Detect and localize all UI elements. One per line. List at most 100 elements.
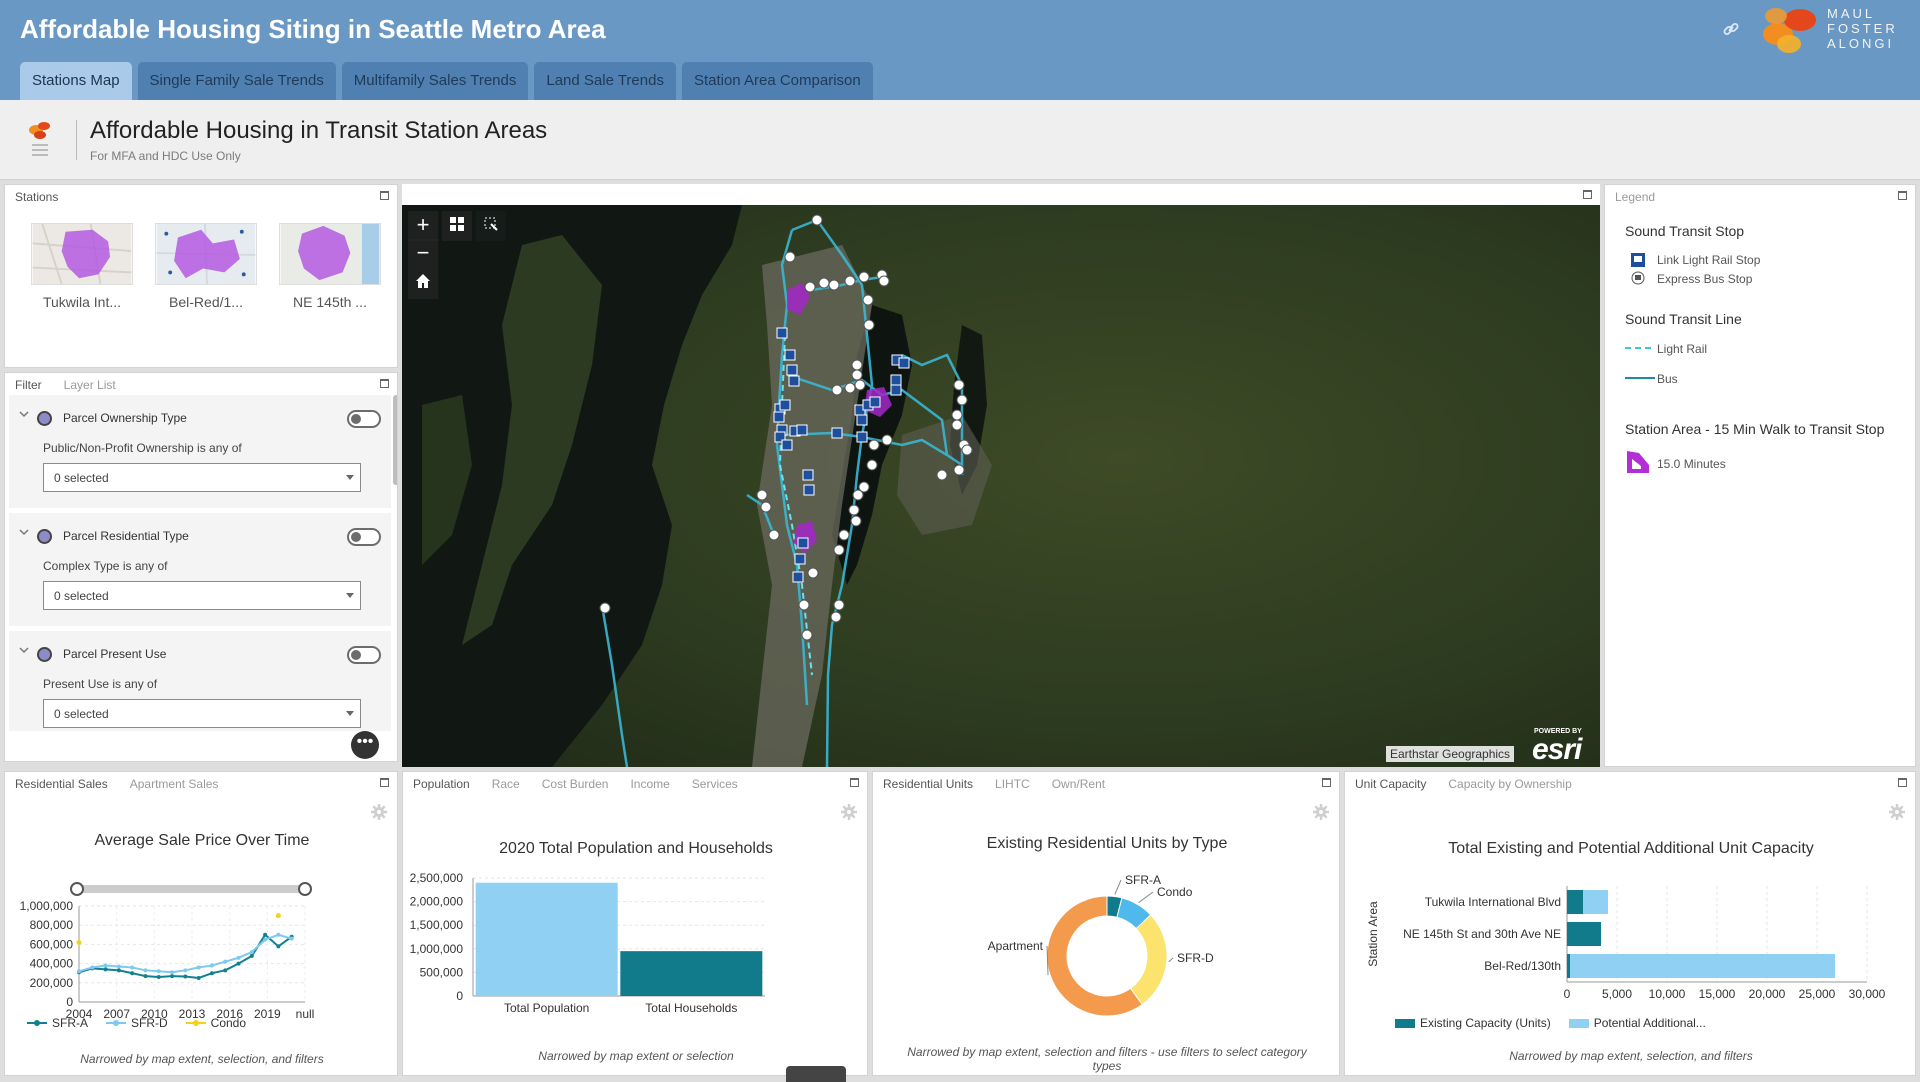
filter-toggle[interactable] bbox=[347, 528, 381, 546]
chart-footnote: Narrowed by map extent, selection and fi… bbox=[907, 1045, 1307, 1073]
filter-select[interactable]: 0 selected bbox=[43, 699, 361, 728]
tab-cost-burden[interactable]: Cost Burden bbox=[542, 777, 609, 791]
filter-scrollbar[interactable] bbox=[393, 395, 397, 485]
sales-legend: SFR-A SFR-D Condo bbox=[27, 1016, 246, 1030]
esri-logo: esri bbox=[1532, 733, 1582, 766]
filter-select[interactable]: 0 selected bbox=[43, 463, 361, 492]
tab-station-area-comparison[interactable]: Station Area Comparison bbox=[681, 62, 873, 100]
chevron-down-icon[interactable] bbox=[19, 409, 29, 419]
tab-stations-map[interactable]: Stations Map bbox=[20, 62, 132, 100]
tab-population[interactable]: Population bbox=[413, 777, 470, 791]
zoom-out-button[interactable]: − bbox=[408, 239, 438, 269]
tab-own-rent[interactable]: Own/Rent bbox=[1052, 777, 1105, 791]
tab-single-family-sale-trends[interactable]: Single Family Sale Trends bbox=[137, 62, 336, 100]
range-slider-handle bbox=[70, 882, 84, 896]
station-card-bel-red[interactable]: Bel-Red/1... bbox=[155, 223, 257, 310]
x-tick-label: 2019 bbox=[254, 1007, 281, 1021]
legend-sfr-d[interactable]: SFR-D bbox=[106, 1016, 168, 1030]
legend-area-heading: Station Area - 15 Min Walk to Transit St… bbox=[1625, 421, 1885, 437]
tab-unit-capacity[interactable]: Unit Capacity bbox=[1355, 777, 1426, 791]
capacity-bar-chart[interactable]: 0 5,000 10,000 15,000 20,000 25,000 30,000 Stat… bbox=[1345, 872, 1916, 1032]
bus-stop-icon bbox=[850, 515, 862, 527]
bus-stop-icon bbox=[951, 419, 963, 431]
layer-color-icon bbox=[37, 647, 52, 662]
maximize-icon[interactable] bbox=[1583, 190, 1592, 199]
more-options-button[interactable]: ••• bbox=[351, 731, 379, 759]
filter-select[interactable]: 0 selected bbox=[43, 581, 361, 610]
legend-label: Existing Capacity (Units) bbox=[1420, 1016, 1551, 1030]
rail-stop-icon bbox=[776, 327, 788, 339]
tab-multifamily-sales-trends[interactable]: Multifamily Sales Trends bbox=[341, 62, 529, 100]
population-chart-panel: Population Race Cost Burden Income Servi… bbox=[402, 771, 868, 1076]
data-point bbox=[263, 937, 268, 942]
x-tick-label: 25,000 bbox=[1799, 987, 1836, 1001]
tab-layer-list[interactable]: Layer List bbox=[64, 378, 116, 392]
legend-condo[interactable]: Condo bbox=[185, 1016, 247, 1030]
map-view[interactable]: + − Earthstar Geographics POWERED BY esr… bbox=[402, 205, 1600, 767]
chevron-down-icon[interactable] bbox=[19, 645, 29, 655]
satellite-map[interactable] bbox=[402, 205, 1600, 767]
filter-select-value: 0 selected bbox=[54, 589, 109, 603]
bar bbox=[475, 882, 618, 996]
tab-services[interactable]: Services bbox=[692, 777, 738, 791]
data-point bbox=[116, 964, 121, 969]
data-point bbox=[276, 944, 281, 949]
station-thumbnail bbox=[155, 223, 257, 285]
maximize-icon[interactable] bbox=[380, 778, 389, 787]
gear-icon[interactable] bbox=[1889, 804, 1905, 820]
bus-stop-icon bbox=[807, 567, 819, 579]
zoom-in-button[interactable]: + bbox=[408, 211, 438, 241]
brand-wordmark: MAUL FOSTER ALONGI bbox=[1827, 6, 1917, 51]
maximize-icon[interactable] bbox=[1322, 778, 1331, 787]
range-slider-handle bbox=[298, 882, 312, 896]
station-card-tukwila[interactable]: Tukwila Int... bbox=[31, 223, 133, 310]
tab-filter[interactable]: Filter bbox=[15, 378, 42, 392]
select-tool-button[interactable] bbox=[476, 211, 506, 241]
filter-toggle[interactable] bbox=[347, 646, 381, 664]
station-thumbnail bbox=[279, 223, 381, 285]
bus-stop-icon bbox=[831, 384, 843, 396]
basemap-gallery-button[interactable] bbox=[442, 211, 472, 241]
maximize-icon[interactable] bbox=[850, 778, 859, 787]
bus-stop-icon bbox=[760, 501, 772, 513]
rail-stop-icon bbox=[786, 364, 798, 376]
maximize-icon[interactable] bbox=[1898, 191, 1907, 200]
data-point bbox=[196, 976, 201, 980]
legend-label: Condo bbox=[210, 1016, 247, 1030]
station-card-ne-145th[interactable]: NE 145th ... bbox=[279, 223, 381, 310]
link-icon[interactable] bbox=[1722, 20, 1740, 38]
bus-stop-icon bbox=[936, 469, 948, 481]
tab-lihtc[interactable]: LIHTC bbox=[995, 777, 1030, 791]
bus-stop-icon bbox=[844, 275, 856, 287]
brand-word-2: FOSTER bbox=[1827, 21, 1898, 36]
brand-word-1: MAUL bbox=[1827, 6, 1876, 21]
filter-toggle[interactable] bbox=[347, 410, 381, 428]
maximize-icon[interactable] bbox=[380, 191, 389, 200]
home-button[interactable] bbox=[408, 269, 438, 299]
tab-race[interactable]: Race bbox=[492, 777, 520, 791]
data-point bbox=[209, 971, 214, 976]
tab-apartment-sales[interactable]: Apartment Sales bbox=[130, 777, 219, 791]
legend-sfr-a[interactable]: SFR-A bbox=[27, 1016, 88, 1030]
tab-land-sale-trends[interactable]: Land Sale Trends bbox=[534, 62, 676, 100]
tab-residential-sales[interactable]: Residential Sales bbox=[15, 777, 108, 791]
legend-existing-capacity[interactable]: Existing Capacity (Units) bbox=[1395, 1016, 1551, 1030]
legend-label: SFR-D bbox=[131, 1016, 168, 1030]
chevron-down-icon[interactable] bbox=[19, 527, 29, 537]
maximize-icon[interactable] bbox=[380, 379, 389, 388]
tab-residential-units[interactable]: Residential Units bbox=[883, 777, 973, 791]
tab-capacity-by-ownership[interactable]: Capacity by Ownership bbox=[1448, 777, 1571, 791]
gear-icon[interactable] bbox=[841, 804, 857, 820]
bus-stop-icon bbox=[858, 271, 870, 283]
legend-potential-additional[interactable]: Potential Additional... bbox=[1568, 1016, 1706, 1030]
gear-icon[interactable] bbox=[1313, 804, 1329, 820]
y-tick-label: 2,000,000 bbox=[410, 895, 464, 909]
station-name: Bel-Red/1... bbox=[169, 294, 243, 310]
population-bar-chart[interactable]: 2,500,000 2,000,000 1,500,000 1,000,000 500,… bbox=[403, 872, 868, 1042]
units-donut-chart[interactable]: SFR-ACondo SFR-D Apartment bbox=[873, 870, 1340, 1040]
gear-icon[interactable] bbox=[371, 804, 387, 820]
tab-income[interactable]: Income bbox=[630, 777, 669, 791]
maximize-icon[interactable] bbox=[1898, 778, 1907, 787]
y-tick-label: 0 bbox=[456, 989, 463, 1003]
bar bbox=[620, 951, 763, 996]
